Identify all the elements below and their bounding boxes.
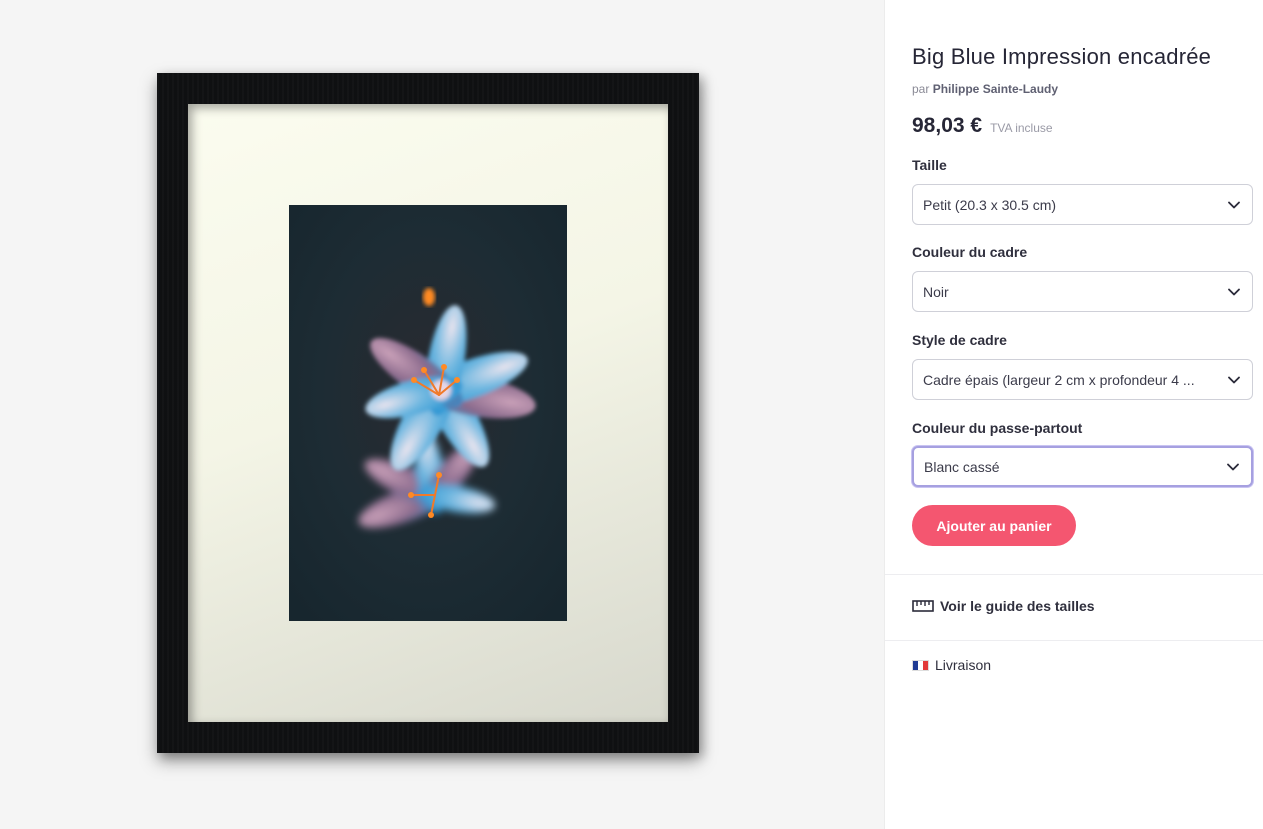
by-prefix: par [912, 82, 930, 96]
passe-partout-mat [188, 104, 668, 722]
ruler-icon [912, 600, 934, 612]
product-options-panel: Big Blue Impression encadrée par Philipp… [884, 0, 1263, 829]
artwork-image [289, 205, 567, 621]
size-select[interactable]: Petit (20.3 x 30.5 cm) [912, 184, 1253, 225]
divider [885, 640, 1263, 641]
frame-color-label: Couleur du cadre [912, 244, 1028, 260]
frame-style-label: Style de cadre [912, 332, 1007, 348]
chevron-down-icon [1228, 288, 1240, 295]
product-price: 98,03 € [912, 114, 983, 137]
artist-link[interactable]: Philippe Sainte-Laudy [933, 82, 1058, 96]
product-title: Big Blue Impression encadrée [912, 44, 1212, 69]
vat-note: TVA incluse [990, 121, 1053, 135]
size-guide-link[interactable]: Voir le guide des tailles [912, 598, 1095, 614]
frame-style-select-value: Cadre épais (largeur 2 cm x profondeur 4… [923, 371, 1195, 388]
size-label: Taille [912, 157, 947, 173]
product-preview [0, 0, 884, 829]
mat-color-label: Couleur du passe-partout [912, 420, 1083, 436]
chevron-down-icon [1227, 463, 1239, 470]
frame-color-select[interactable]: Noir [912, 271, 1253, 312]
frame-style-select[interactable]: Cadre épais (largeur 2 cm x profondeur 4… [912, 359, 1253, 400]
mat-color-select-value: Blanc cassé [924, 458, 1000, 475]
price-row: 98,03 € TVA incluse [912, 114, 1053, 138]
picture-frame [157, 73, 699, 753]
chevron-down-icon [1228, 201, 1240, 208]
shipping-link[interactable]: Livraison [912, 657, 991, 673]
artist-byline: par Philippe Sainte-Laudy [912, 82, 1058, 96]
shipping-label: Livraison [935, 657, 992, 673]
flower-photo [289, 205, 567, 621]
add-to-cart-button[interactable]: Ajouter au panier [912, 505, 1076, 546]
divider [885, 574, 1263, 575]
frame-color-select-value: Noir [923, 283, 949, 300]
size-guide-label: Voir le guide des tailles [940, 598, 1095, 614]
mat-color-select[interactable]: Blanc cassé [912, 446, 1253, 487]
chevron-down-icon [1228, 376, 1240, 383]
france-flag-icon [912, 659, 929, 671]
size-select-value: Petit (20.3 x 30.5 cm) [923, 196, 1057, 213]
